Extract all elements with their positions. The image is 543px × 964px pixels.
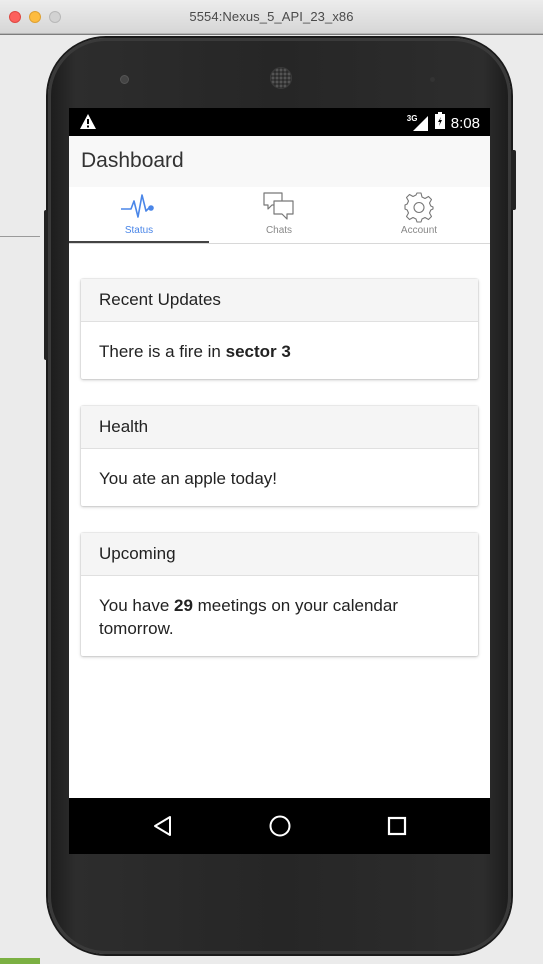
recents-icon[interactable]: [385, 814, 409, 838]
card-recent-updates: Recent Updates There is a fire in sector…: [81, 279, 478, 379]
card-text-bold: 29: [174, 596, 193, 615]
status-time: 8:08: [450, 114, 480, 132]
home-icon[interactable]: [268, 814, 292, 838]
app-bar: Dashboard: [69, 136, 490, 187]
desktop-edge: [0, 958, 40, 964]
card-body: There is a fire in sector 3: [81, 322, 478, 379]
card-body: You have 29 meetings on your calendar to…: [81, 576, 478, 656]
status-bar: 3G 8:08: [69, 108, 490, 136]
tab-account-label: Account: [400, 225, 438, 236]
card-upcoming: Upcoming You have 29 meetings on your ca…: [81, 533, 478, 656]
volume-button[interactable]: [44, 210, 48, 360]
card-text: There is a fire in: [99, 342, 226, 361]
chat-bubbles-icon: [259, 191, 299, 228]
heartbeat-icon: [119, 191, 159, 226]
card-header: Health: [81, 406, 478, 449]
card-text-bold: sector 3: [225, 342, 291, 361]
emulator-titlebar: 5554:Nexus_5_API_23_x86: [0, 0, 543, 34]
tab-account[interactable]: Account: [349, 187, 489, 244]
tab-status[interactable]: Status: [69, 187, 209, 244]
card-header: Upcoming: [81, 533, 478, 576]
card-text: You have: [99, 596, 174, 615]
gear-icon: [403, 191, 435, 228]
card-health: Health You ate an apple today!: [81, 406, 478, 506]
window-title: 5554:Nexus_5_API_23_x86: [189, 9, 354, 24]
tab-bar: Status Chats Account: [69, 187, 490, 244]
battery-icon: [434, 112, 445, 134]
card-text: You ate an apple today!: [99, 469, 278, 488]
tab-status-label: Status: [124, 225, 154, 236]
back-icon[interactable]: [151, 814, 175, 838]
power-button[interactable]: [511, 150, 516, 210]
phone-screen: 3G 8:08 Dashboard Status Chats Account R…: [69, 108, 490, 854]
dashboard-content: Recent Updates There is a fire in sector…: [69, 245, 490, 798]
proximity-sensor: [430, 77, 435, 82]
tab-chats[interactable]: Chats: [209, 187, 349, 244]
warning-icon: [80, 114, 96, 134]
active-tab-indicator: [69, 241, 209, 243]
divider: [0, 236, 40, 237]
front-camera: [120, 75, 129, 84]
system-nav-bar: [69, 798, 490, 854]
page-title: Dashboard: [81, 149, 184, 172]
earpiece-speaker: [270, 67, 292, 89]
tab-chats-label: Chats: [265, 225, 293, 236]
cell-signal-icon: 3G: [407, 114, 429, 132]
card-header: Recent Updates: [81, 279, 478, 322]
card-body: You ate an apple today!: [81, 449, 478, 506]
